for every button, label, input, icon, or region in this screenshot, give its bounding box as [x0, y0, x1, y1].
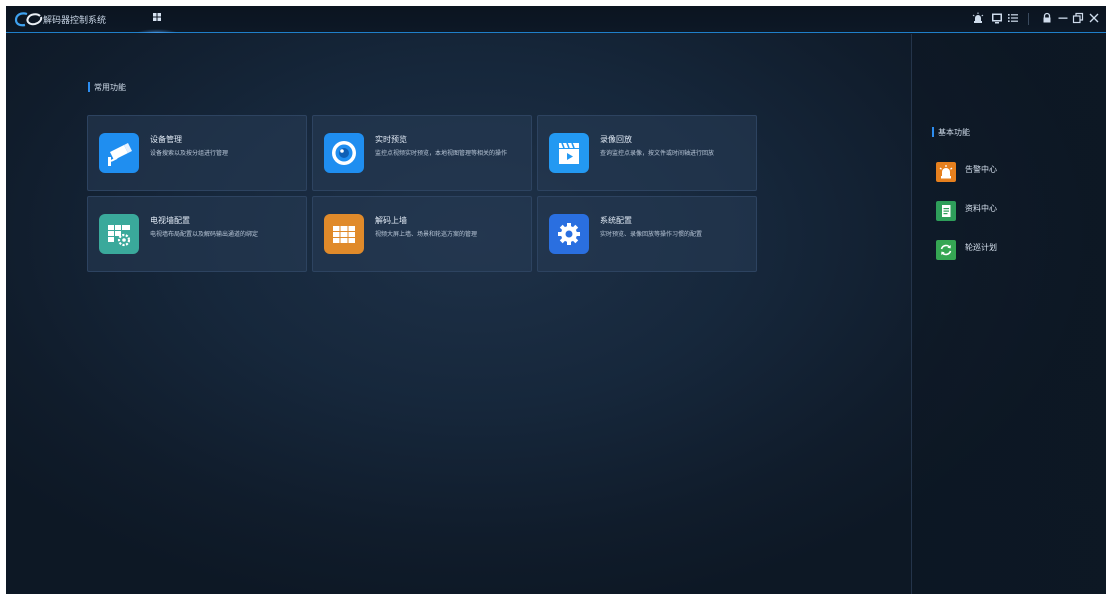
active-indicator [136, 29, 178, 33]
sidebar-item-alarm-center[interactable]: 告警中心 [936, 162, 1056, 184]
main-content: 常用功能 设备管理 设备搜索以及按分组进行管理 实时预览 监控点视频实时预览，本… [6, 34, 911, 594]
grid-icon [153, 13, 161, 21]
card-title: 系统配置 [600, 216, 632, 225]
app-menu-button[interactable] [136, 8, 178, 33]
section-title-common: 常用功能 [88, 82, 126, 93]
card-device-management[interactable]: 设备管理 设备搜索以及按分组进行管理 [87, 115, 307, 191]
card-title: 实时预览 [375, 135, 407, 144]
card-wall-decode[interactable]: 解码上墙 视频大屏上墙、场景和轮巡方案的管理 [312, 196, 532, 272]
card-title: 设备管理 [150, 135, 182, 144]
card-title: 录像回放 [600, 135, 632, 144]
alarm-icon[interactable] [972, 12, 984, 24]
eye-icon [324, 133, 364, 173]
titlebar-divider [1028, 13, 1029, 25]
gear-icon [549, 214, 589, 254]
lock-icon[interactable] [1041, 12, 1053, 24]
card-description: 设备搜索以及按分组进行管理 [150, 150, 229, 157]
alarm-light-icon [936, 162, 956, 182]
card-title: 电视墙配置 [150, 216, 190, 225]
sidebar-item-label: 告警中心 [965, 165, 997, 174]
card-description: 查询监控点录像，按文件或时间轴进行回放 [600, 150, 715, 157]
card-tv-wall-config[interactable]: 电视墙配置 电视墙布局配置以及解码输出通道的绑定 [87, 196, 307, 272]
list-icon[interactable] [1007, 12, 1019, 24]
sidebar-item-patrol-plan[interactable]: 轮巡计划 [936, 240, 1056, 262]
restore-icon[interactable] [1072, 12, 1084, 24]
card-title: 解码上墙 [375, 216, 407, 225]
sidebar-item-label: 资料中心 [965, 204, 997, 213]
section-title-basic: 基本功能 [932, 127, 970, 138]
title-bar: 解码器控制系统 [6, 6, 1106, 33]
card-description: 监控点视频实时预览，本地视图管理等相关的操作 [375, 150, 508, 157]
card-description: 电视墙布局配置以及解码输出通道的绑定 [150, 231, 259, 238]
card-playback[interactable]: 录像回放 查询监控点录像，按文件或时间轴进行回放 [537, 115, 757, 191]
sidebar-item-data-center[interactable]: 资料中心 [936, 201, 1056, 223]
card-system-config[interactable]: 系统配置 实时预览、录像回放等操作习惯的配置 [537, 196, 757, 272]
close-icon[interactable] [1088, 12, 1100, 24]
card-live-preview[interactable]: 实时预览 监控点视频实时预览，本地视图管理等相关的操作 [312, 115, 532, 191]
document-icon [936, 201, 956, 221]
wall-decode-icon [324, 214, 364, 254]
minimize-icon[interactable] [1057, 12, 1069, 24]
card-description: 实时预览、录像回放等操作习惯的配置 [600, 231, 703, 238]
logo-icon [14, 12, 43, 27]
tv-wall-config-icon [99, 214, 139, 254]
refresh-icon [936, 240, 956, 260]
right-sidebar: 基本功能 告警中心 资料中心 轮巡计划 [911, 34, 1106, 594]
app-title: 解码器控制系统 [43, 16, 107, 26]
card-description: 视频大屏上墙、场景和轮巡方案的管理 [375, 231, 478, 238]
clapper-icon [549, 133, 589, 173]
sidebar-item-label: 轮巡计划 [965, 243, 997, 252]
camera-icon [99, 133, 139, 173]
app-window: 解码器控制系统 常用功能 设备管理 设备搜索以及按分组进行管理 实时预览 监控点… [6, 6, 1106, 594]
screen-icon[interactable] [991, 12, 1003, 24]
